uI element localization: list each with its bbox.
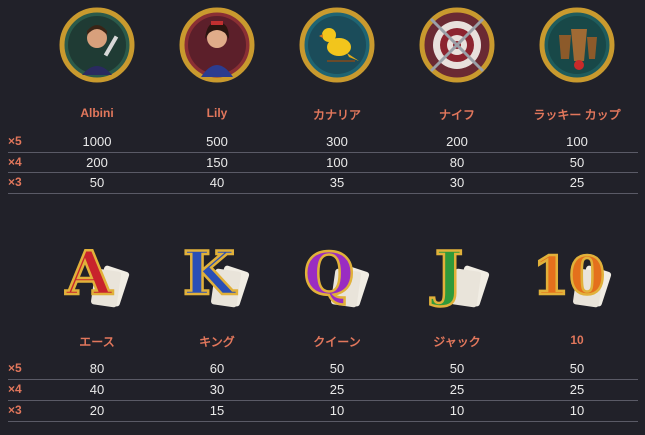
magician-portrait-icon — [57, 5, 137, 85]
payout-row-x3: ×3 50 40 35 30 25 — [0, 173, 645, 193]
payout-value: 500 — [206, 134, 228, 149]
payout-value: 50 — [329, 361, 345, 376]
lady-portrait-icon — [177, 5, 257, 85]
payout-value: 15 — [209, 403, 225, 418]
payout-value: 80 — [89, 361, 105, 376]
payout-row-x5: ×5 80 60 50 50 50 — [0, 359, 645, 379]
multiplier-label: ×5 — [8, 134, 22, 148]
multiplier-label: ×3 — [8, 175, 22, 189]
premium-symbol-names: Albini Lily カナリア ナイフ ラッキー カップ — [0, 106, 645, 122]
svg-text:K: K — [183, 239, 237, 309]
royal-symbol-names: エース キング クイーン ジャック 10 — [0, 333, 645, 349]
payout-value: 30 — [449, 175, 465, 190]
payout-value: 200 — [446, 134, 468, 149]
premium-paytable: Albini Lily カナリア ナイフ ラッキー カップ ×5 1000 50… — [0, 0, 645, 200]
row-divider — [8, 193, 638, 194]
payout-row-x5: ×5 1000 500 300 200 100 — [0, 132, 645, 152]
royals-paytable: A K Q J 10 エース キング クイーン ジャック 10 ×5 80 60… — [0, 220, 645, 435]
multiplier-label: ×5 — [8, 361, 22, 375]
lucky-cups-icon — [537, 5, 617, 85]
multiplier-label: ×4 — [8, 155, 22, 169]
svg-text:10: 10 — [537, 246, 605, 307]
payout-value: 150 — [206, 155, 228, 170]
payout-value: 200 — [86, 155, 108, 170]
payout-value: 25 — [449, 382, 465, 397]
ten-card-icon: 10 — [537, 226, 617, 314]
symbol-name: エース — [79, 335, 115, 349]
payout-value: 50 — [569, 361, 585, 376]
jack-card-icon: J — [417, 226, 497, 314]
payout-value: 100 — [566, 134, 588, 149]
svg-text:Q: Q — [304, 240, 355, 308]
symbol-name: クイーン — [313, 335, 361, 349]
symbol-name: 10 — [570, 333, 584, 347]
symbol-name: ラッキー カップ — [533, 108, 621, 122]
payout-value: 25 — [569, 175, 585, 190]
symbol-name: ジャック — [433, 335, 481, 349]
multiplier-label: ×3 — [8, 403, 22, 417]
payout-value: 300 — [326, 134, 348, 149]
payout-value: 40 — [89, 382, 105, 397]
symbol-name: Lily — [206, 106, 228, 120]
symbol-name: カナリア — [312, 108, 361, 122]
svg-text:J: J — [430, 239, 463, 309]
queen-card-icon: Q — [297, 226, 377, 314]
ace-card-icon: A — [57, 226, 137, 314]
symbol-name: ナイフ — [438, 108, 475, 122]
symbol-name: キング — [199, 335, 235, 349]
payout-value: 50 — [89, 175, 105, 190]
payout-value: 80 — [449, 155, 465, 170]
payout-value: 20 — [89, 403, 105, 418]
payout-value: 25 — [329, 382, 345, 397]
payout-value: 35 — [329, 175, 345, 190]
royal-icons: A K Q J 10 — [0, 226, 645, 314]
payout-row-x3: ×3 20 15 10 10 10 — [0, 401, 645, 421]
payout-value: 50 — [569, 155, 585, 170]
premium-icons — [0, 5, 645, 85]
payout-value: 50 — [449, 361, 465, 376]
payout-value: 25 — [569, 382, 585, 397]
payout-value: 100 — [326, 155, 348, 170]
payout-value: 10 — [569, 403, 585, 418]
symbol-name: Albini — [80, 106, 114, 120]
payout-value: 30 — [209, 382, 225, 397]
payout-value: 40 — [209, 175, 225, 190]
payout-row-x4: ×4 40 30 25 25 25 — [0, 380, 645, 400]
payout-row-x4: ×4 200 150 100 80 50 — [0, 153, 645, 173]
svg-text:A: A — [65, 239, 114, 309]
payout-value: 60 — [209, 361, 225, 376]
multiplier-label: ×4 — [8, 382, 22, 396]
row-divider — [8, 421, 638, 422]
payout-value: 10 — [329, 403, 345, 418]
payout-value: 10 — [449, 403, 465, 418]
canary-bird-icon — [297, 5, 377, 85]
king-card-icon: K — [177, 226, 257, 314]
knife-target-icon — [417, 5, 497, 85]
payout-value: 1000 — [82, 134, 112, 149]
